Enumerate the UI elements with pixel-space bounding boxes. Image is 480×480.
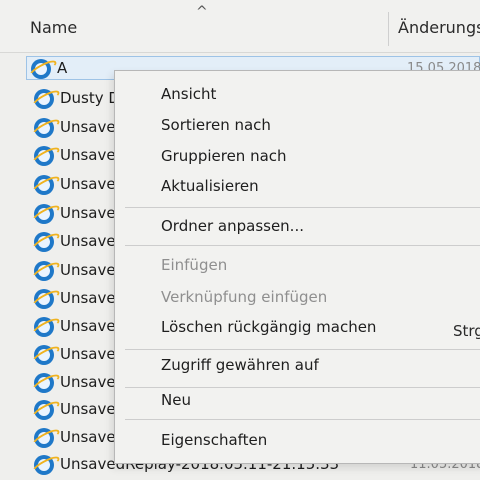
file-name: Unsave [60,373,116,391]
internet-explorer-icon [34,146,54,166]
file-name: Unsave [60,428,116,446]
internet-explorer-icon [34,232,54,252]
menu-item-group-by[interactable]: Gruppieren nach [161,147,287,165]
menu-item-refresh[interactable]: Aktualisieren [161,177,259,195]
file-name: Unsave [60,261,116,279]
internet-explorer-icon [34,428,54,448]
menu-item-sort-by[interactable]: Sortieren nach [161,116,271,134]
menu-separator [125,207,480,208]
internet-explorer-icon [34,373,54,393]
menu-separator [125,349,480,350]
file-name: Unsave [60,400,116,418]
file-name: Unsave [60,232,116,250]
menu-item-give-access[interactable]: Zugriff gewähren auf [161,356,319,374]
menu-item-properties[interactable]: Eigenschaften [161,431,267,449]
menu-item-paste: Einfügen [161,256,228,274]
menu-item-new[interactable]: Neu [161,391,191,409]
column-header: Name ^ Änderungs [0,0,480,53]
sort-ascending-icon: ^ [196,4,208,20]
file-name: Unsave [60,146,116,164]
context-menu: Ansicht Sortieren nach Gruppieren nach A… [114,70,480,464]
undo-delete-shortcut: Strg [453,322,480,340]
file-name: Unsave [60,204,116,222]
internet-explorer-icon [34,204,54,224]
file-name: Unsave [60,317,116,335]
internet-explorer-icon [34,89,54,109]
column-divider[interactable] [388,12,389,46]
menu-item-view[interactable]: Ansicht [161,85,216,103]
internet-explorer-icon [34,261,54,281]
file-name: Unsave [60,289,116,307]
file-name: Unsave [60,175,116,193]
menu-item-paste-shortcut: Verknüpfung einfügen [161,288,328,306]
internet-explorer-icon [34,118,54,138]
file-name: A [57,59,68,77]
internet-explorer-icon [31,59,51,79]
menu-item-customize-folder[interactable]: Ordner anpassen... [161,217,304,235]
menu-separator [125,245,480,246]
file-name: Unsave [60,345,116,363]
file-name: Unsave [60,118,116,136]
name-column-header[interactable]: Name [30,18,77,37]
internet-explorer-icon [34,455,54,475]
date-modified-column-header[interactable]: Änderungs [398,18,480,37]
internet-explorer-icon [34,289,54,309]
internet-explorer-icon [34,175,54,195]
internet-explorer-icon [34,345,54,365]
internet-explorer-icon [34,400,54,420]
internet-explorer-icon [34,317,54,337]
menu-separator [125,419,480,420]
file-name: Dusty D [60,89,120,107]
menu-separator [125,387,480,388]
menu-item-undo-delete[interactable]: Löschen rückgängig machen [161,318,376,336]
